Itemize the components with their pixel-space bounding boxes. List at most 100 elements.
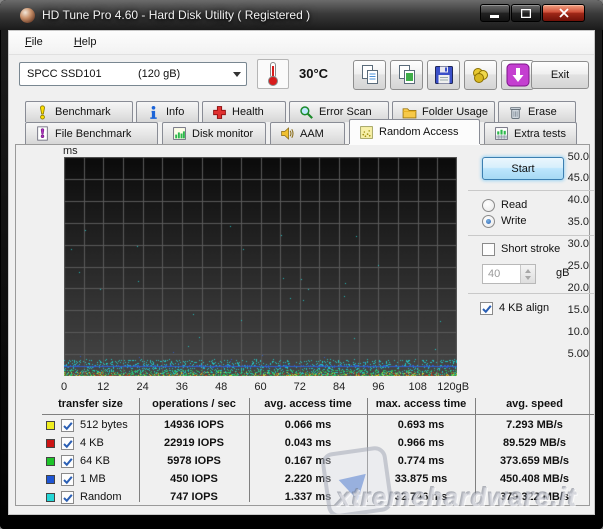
col-avg-access: avg. access time (249, 398, 367, 414)
download-button[interactable] (501, 60, 534, 90)
separator (468, 190, 595, 191)
table-row: 512 bytes 14936 IOPS 0.066 ms 0.693 ms 7… (42, 416, 594, 434)
maximize-icon (521, 9, 531, 18)
tab-benchmark[interactable]: Benchmark (25, 101, 133, 122)
y-tick-label: 15.0 (545, 304, 589, 316)
short-stroke-label: Short stroke (501, 243, 560, 255)
checkbox-icon (480, 302, 493, 315)
app-window: HD Tune Pro 4.60 - Hard Disk Utility ( R… (0, 0, 603, 529)
folder-usage-icon (402, 105, 417, 120)
x-tick-label: 48 (215, 381, 227, 393)
tab-label: AAM (300, 128, 324, 140)
x-tick-label: 0 (61, 381, 67, 393)
menubar: File Help (9, 31, 594, 55)
drive-selector[interactable]: SPCC SSD101 (120 gB) (19, 62, 247, 86)
aam-icon (280, 126, 295, 141)
series-color-swatch (46, 457, 55, 466)
align-checkbox[interactable]: 4 KB align (480, 301, 549, 315)
radio-icon (482, 215, 495, 228)
copy-text-button[interactable] (353, 60, 386, 90)
tab-label: Random Access (379, 126, 458, 138)
align-label: 4 KB align (499, 302, 549, 314)
disk-monitor-icon (172, 126, 187, 141)
table-row: Random 747 IOPS 1.337 ms 32.746 ms 379.3… (42, 488, 594, 506)
series-color-swatch (46, 421, 55, 430)
tab-label: Erase (528, 106, 557, 118)
tab-label: Error Scan (319, 106, 372, 118)
short-stroke-value: 40 (483, 265, 520, 283)
table-header: transfer size operations / sec avg. acce… (42, 398, 594, 415)
y-tick-label: 35.0 (545, 216, 589, 228)
menu-help[interactable]: Help (64, 31, 107, 52)
tab-label: Info (166, 106, 184, 118)
avg-access-value: 0.043 ms (249, 437, 367, 449)
tab-label: Folder Usage (422, 106, 488, 118)
iops-value: 450 IOPS (139, 473, 249, 485)
temperature-value: 30°C (299, 66, 328, 81)
col-max-access: max. access time (367, 398, 475, 414)
download-icon (506, 63, 530, 87)
save-button[interactable] (427, 60, 460, 90)
short-stroke-size-input[interactable]: 40 (482, 264, 536, 284)
max-access-value: 33.875 ms (367, 473, 475, 485)
copy-image-icon (397, 64, 417, 86)
exit-button[interactable]: Exit (531, 61, 589, 89)
maximize-button[interactable] (511, 4, 541, 22)
write-radio[interactable]: Write (482, 214, 526, 228)
titlebar[interactable]: HD Tune Pro 4.60 - Hard Disk Utility ( R… (0, 0, 603, 30)
menu-file[interactable]: File (15, 31, 53, 52)
avg-speed-value: 379.322 MB/s (475, 491, 594, 503)
tab-extra-tests[interactable]: Extra tests (484, 122, 577, 144)
read-radio[interactable]: Read (482, 198, 527, 212)
separator (468, 235, 595, 236)
tab-info[interactable]: Info (136, 101, 199, 122)
iops-value: 14936 IOPS (139, 419, 249, 431)
save-icon (434, 65, 454, 85)
tab-health[interactable]: Health (202, 101, 286, 122)
iops-value: 22919 IOPS (139, 437, 249, 449)
table-row: 1 MB 450 IOPS 2.220 ms 33.875 ms 450.408… (42, 470, 594, 488)
tab-erase[interactable]: Erase (498, 101, 576, 122)
series-checkbox[interactable] (61, 473, 74, 486)
series-color-swatch (46, 439, 55, 448)
series-checkbox[interactable] (61, 437, 74, 450)
max-access-value: 0.693 ms (367, 419, 475, 431)
radio-icon (482, 199, 495, 212)
tab-random-access[interactable]: Random Access (349, 119, 480, 144)
extra-tests-icon (494, 126, 509, 141)
random-access-chart (64, 157, 457, 376)
close-icon (559, 8, 569, 18)
start-button[interactable]: Start (482, 157, 564, 180)
tab-disk-monitor[interactable]: Disk monitor (162, 122, 266, 144)
copy-image-button[interactable] (390, 60, 423, 90)
series-checkbox[interactable] (61, 491, 74, 504)
series-checkbox[interactable] (61, 419, 74, 432)
spinner-arrows[interactable] (520, 265, 535, 283)
temperature-button[interactable] (257, 59, 289, 89)
x-tick-label: 108 (409, 381, 427, 393)
series-color-swatch (46, 493, 55, 502)
series-checkbox[interactable] (61, 455, 74, 468)
close-button[interactable] (542, 4, 585, 22)
row-label: 512 bytes (80, 419, 128, 431)
hd-tune-logo-icon (20, 8, 35, 23)
options-button[interactable] (464, 60, 497, 90)
drive-name: SPCC SSD101 (20, 68, 138, 80)
minimize-button[interactable] (480, 4, 510, 22)
y-tick-label: 40.0 (545, 194, 589, 206)
tab-file-benchmark[interactable]: File Benchmark (25, 122, 158, 144)
row-label: 4 KB (80, 437, 104, 449)
info-icon (146, 105, 161, 120)
checkbox-icon (482, 243, 495, 256)
row-label: 1 MB (80, 473, 106, 485)
tab-aam[interactable]: AAM (270, 122, 345, 144)
series-color-swatch (46, 475, 55, 484)
max-access-value: 32.746 ms (367, 491, 475, 503)
file-benchmark-icon (35, 126, 50, 141)
col-operations: operations / sec (139, 398, 249, 414)
y-axis-unit: ms (63, 145, 78, 157)
short-stroke-checkbox[interactable]: Short stroke (482, 242, 560, 256)
row-label: Random (80, 491, 122, 503)
options-icon (471, 65, 491, 85)
avg-speed-value: 373.659 MB/s (475, 455, 594, 467)
